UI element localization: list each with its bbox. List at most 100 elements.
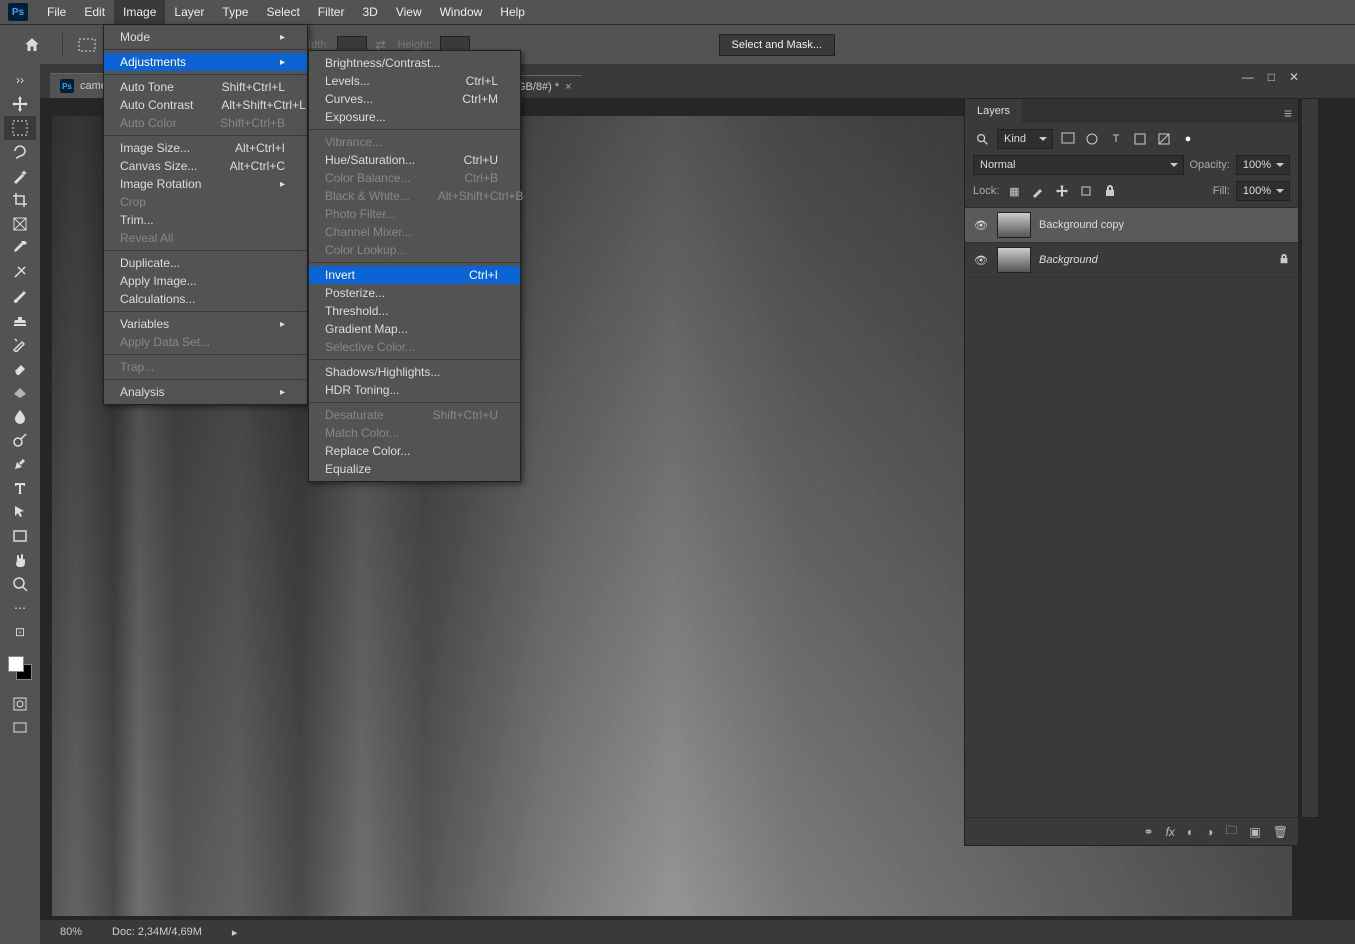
lock-position-icon[interactable] — [1053, 182, 1071, 200]
mi-equalize[interactable]: Equalize — [309, 460, 520, 478]
mi-auto-color[interactable]: Auto ColorShift+Ctrl+B — [104, 114, 307, 132]
mi-black-white[interactable]: Black & White...Alt+Shift+Ctrl+B — [309, 187, 520, 205]
maximize-icon[interactable]: □ — [1268, 70, 1275, 84]
close-icon[interactable]: ✕ — [1289, 70, 1299, 84]
mi-selective-color[interactable]: Selective Color... — [309, 338, 520, 356]
mi-color-balance[interactable]: Color Balance...Ctrl+B — [309, 169, 520, 187]
layer-thumbnail[interactable] — [997, 247, 1031, 273]
mi-calculations[interactable]: Calculations... — [104, 290, 307, 308]
mi-canvas-size[interactable]: Canvas Size...Alt+Ctrl+C — [104, 157, 307, 175]
mi-posterize[interactable]: Posterize... — [309, 284, 520, 302]
delete-layer-icon[interactable]: 🗑 — [1273, 825, 1288, 839]
mi-hdr-toning[interactable]: HDR Toning... — [309, 381, 520, 399]
filter-pixel-icon[interactable] — [1059, 130, 1077, 148]
layer-name[interactable]: Background — [1039, 254, 1098, 266]
history-brush-tool[interactable] — [4, 332, 36, 356]
mi-reveal-all[interactable]: Reveal All — [104, 229, 307, 247]
mi-curves[interactable]: Curves...Ctrl+M — [309, 90, 520, 108]
status-chevron-icon[interactable]: ▸ — [232, 926, 238, 939]
eraser-tool[interactable] — [4, 356, 36, 380]
opacity-input[interactable]: 100% — [1236, 155, 1290, 175]
marquee-mode-icon[interactable] — [73, 38, 101, 52]
link-layers-icon[interactable]: ⚭ — [1144, 825, 1154, 839]
layer-row[interactable]: 👁 Background copy — [965, 208, 1298, 243]
mi-invert[interactable]: InvertCtrl+I — [309, 266, 520, 284]
mi-match-color[interactable]: Match Color... — [309, 424, 520, 442]
layers-tab[interactable]: Layers — [965, 99, 1022, 123]
menu-layer[interactable]: Layer — [165, 0, 213, 24]
add-mask-icon[interactable]: ◐ — [1187, 825, 1194, 839]
lock-transparency-icon[interactable]: ▦ — [1005, 182, 1023, 200]
path-selection-tool[interactable] — [4, 500, 36, 524]
doc-size[interactable]: Doc: 2,34M/4,69M — [112, 926, 202, 938]
toolbar-more-icon[interactable]: ⋯ — [4, 596, 36, 620]
zoom-tool[interactable] — [4, 572, 36, 596]
mi-mode[interactable]: Mode▸ — [104, 28, 307, 46]
visibility-icon[interactable]: 👁 — [973, 254, 989, 267]
mi-variables[interactable]: Variables▸ — [104, 315, 307, 333]
close-tab-icon[interactable]: × — [565, 81, 571, 93]
marquee-tool[interactable] — [4, 116, 36, 140]
new-adjustment-icon[interactable]: ◑ — [1206, 825, 1213, 839]
mi-photo-filter[interactable]: Photo Filter... — [309, 205, 520, 223]
clone-stamp-tool[interactable] — [4, 308, 36, 332]
mi-analysis[interactable]: Analysis▸ — [104, 383, 307, 401]
panel-menu-icon[interactable]: ≡ — [1284, 105, 1292, 121]
new-group-icon[interactable]: 🗀 — [1225, 821, 1237, 842]
mi-auto-tone[interactable]: Auto ToneShift+Ctrl+L — [104, 78, 307, 96]
mi-image-size[interactable]: Image Size...Alt+Ctrl+I — [104, 139, 307, 157]
filter-kind-select[interactable]: Kind — [997, 129, 1053, 149]
mi-hue-saturation[interactable]: Hue/Saturation...Ctrl+U — [309, 151, 520, 169]
mi-replace-color[interactable]: Replace Color... — [309, 442, 520, 460]
lock-artboard-icon[interactable] — [1077, 182, 1095, 200]
menu-file[interactable]: File — [38, 0, 75, 24]
menu-3d[interactable]: 3D — [353, 0, 386, 24]
mi-brightness-contrast[interactable]: Brightness/Contrast... — [309, 54, 520, 72]
mi-crop[interactable]: Crop — [104, 193, 307, 211]
filter-adjust-icon[interactable] — [1083, 130, 1101, 148]
mi-duplicate[interactable]: Duplicate... — [104, 254, 307, 272]
new-layer-icon[interactable]: ▣ — [1249, 825, 1260, 839]
zoom-level[interactable]: 80% — [60, 926, 82, 938]
collapsed-panel-strip[interactable] — [1301, 98, 1319, 818]
filter-type-icon[interactable]: T — [1107, 130, 1125, 148]
healing-brush-tool[interactable] — [4, 260, 36, 284]
mi-color-lookup[interactable]: Color Lookup... — [309, 241, 520, 259]
mi-image-rotation[interactable]: Image Rotation▸ — [104, 175, 307, 193]
pen-tool[interactable] — [4, 452, 36, 476]
select-and-mask-button[interactable]: Select and Mask... — [719, 34, 836, 56]
mi-levels[interactable]: Levels...Ctrl+L — [309, 72, 520, 90]
lasso-tool[interactable] — [4, 140, 36, 164]
layer-name[interactable]: Background copy — [1039, 219, 1124, 231]
mi-trap[interactable]: Trap... — [104, 358, 307, 376]
mi-auto-contrast[interactable]: Auto ContrastAlt+Shift+Ctrl+L — [104, 96, 307, 114]
mi-threshold[interactable]: Threshold... — [309, 302, 520, 320]
menu-type[interactable]: Type — [213, 0, 257, 24]
edit-toolbar-icon[interactable]: ⊡ — [4, 620, 36, 644]
screen-mode-icon[interactable] — [4, 716, 36, 740]
crop-tool[interactable] — [4, 188, 36, 212]
blend-mode-select[interactable]: Normal — [973, 155, 1184, 175]
mi-vibrance[interactable]: Vibrance... — [309, 133, 520, 151]
blur-tool[interactable] — [4, 404, 36, 428]
mi-apply-image[interactable]: Apply Image... — [104, 272, 307, 290]
mi-exposure[interactable]: Exposure... — [309, 108, 520, 126]
menu-view[interactable]: View — [387, 0, 431, 24]
expand-handle-icon[interactable]: ›› — [4, 68, 36, 92]
gradient-tool[interactable] — [4, 380, 36, 404]
magic-wand-tool[interactable] — [4, 164, 36, 188]
menu-image[interactable]: Image — [114, 0, 165, 24]
mi-gradient-map[interactable]: Gradient Map... — [309, 320, 520, 338]
search-icon[interactable] — [973, 130, 991, 148]
lock-image-icon[interactable] — [1029, 182, 1047, 200]
mi-adjustments[interactable]: Adjustments▸ — [104, 53, 307, 71]
lock-all-icon[interactable] — [1101, 182, 1119, 200]
menu-help[interactable]: Help — [491, 0, 534, 24]
fill-input[interactable]: 100% — [1236, 181, 1290, 201]
type-tool[interactable] — [4, 476, 36, 500]
mi-apply-data-set[interactable]: Apply Data Set... — [104, 333, 307, 351]
layer-row[interactable]: 👁 Background — [965, 243, 1298, 278]
mi-trim[interactable]: Trim... — [104, 211, 307, 229]
mi-channel-mixer[interactable]: Channel Mixer... — [309, 223, 520, 241]
color-swatches[interactable] — [8, 656, 32, 680]
